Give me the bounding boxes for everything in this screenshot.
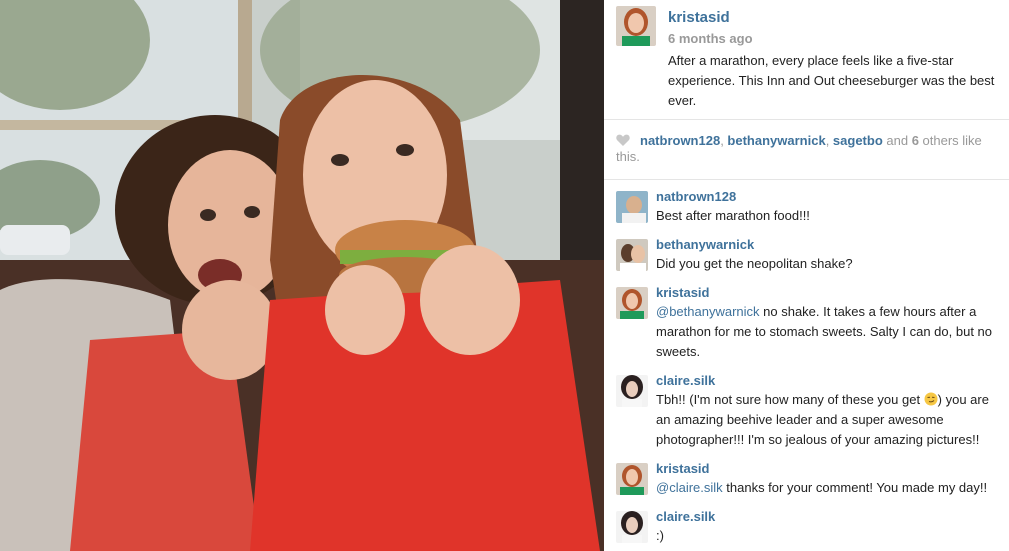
commenter-avatar[interactable] — [616, 375, 648, 407]
liker-link[interactable]: sagetbo — [833, 133, 883, 148]
comment: claire.silk :) — [616, 508, 1001, 551]
mention-link[interactable]: @claire.silk — [656, 480, 723, 495]
likes-separator: , — [825, 133, 833, 148]
comment-body: thanks for your comment! You made my day… — [722, 480, 988, 495]
commenter-avatar[interactable] — [616, 287, 648, 319]
post-details-panel: kristasid 6 months ago After a marathon,… — [604, 0, 1009, 551]
comment-username[interactable]: claire.silk — [656, 372, 1001, 390]
comment-text: @claire.silk thanks for your comment! Yo… — [656, 478, 1001, 498]
likes-summary: natbrown128, bethanywarnick, sagetbo and… — [616, 133, 996, 165]
comment-username[interactable]: kristasid — [656, 284, 1001, 302]
heart-icon[interactable] — [616, 134, 630, 146]
comment-text: :) — [656, 528, 664, 543]
photo-image — [0, 0, 604, 551]
comment: kristasid @claire.silk thanks for your c… — [616, 460, 1001, 508]
comment: bethanywarnick Did you get the neopolita… — [616, 236, 1001, 284]
author-avatar[interactable] — [616, 6, 656, 46]
comment-text: Best after marathon food!!! — [656, 208, 810, 223]
post-caption: kristasid 6 months ago After a marathon,… — [616, 6, 997, 116]
comment-username[interactable]: claire.silk — [656, 508, 1001, 526]
comment-text: @bethanywarnick no shake. It takes a few… — [656, 302, 1001, 362]
comment-text: Tbh!! (I'm not sure how many of these yo… — [656, 390, 1001, 450]
commenter-avatar[interactable] — [616, 239, 648, 271]
comment: kristasid @bethanywarnick no shake. It t… — [616, 284, 1001, 372]
others-count[interactable]: 6 — [912, 133, 919, 148]
likes-and: and — [882, 133, 912, 148]
author-username[interactable]: kristasid — [668, 9, 730, 26]
comment-username[interactable]: natbrown128 — [656, 188, 1001, 206]
commenter-avatar[interactable] — [616, 463, 648, 495]
commenter-avatar[interactable] — [616, 191, 648, 223]
mention-link[interactable]: @bethanywarnick — [656, 304, 760, 319]
post-timestamp[interactable]: 6 months ago — [668, 31, 753, 46]
comments-list: natbrown128 Best after marathon food!!! … — [616, 188, 1001, 551]
caption-text: After a marathon, every place feels like… — [668, 53, 995, 108]
smirk-emoji-icon — [924, 392, 938, 406]
comment: claire.silk Tbh!! (I'm not sure how many… — [616, 372, 1001, 460]
comment-text: Did you get the neopolitan shake? — [656, 256, 853, 271]
comment-username[interactable]: kristasid — [656, 460, 1001, 478]
commenter-avatar[interactable] — [616, 511, 648, 543]
divider — [604, 179, 1009, 180]
comment-body: Tbh!! (I'm not sure how many of these yo… — [656, 392, 924, 407]
liker-link[interactable]: bethanywarnick — [727, 133, 825, 148]
post-photo[interactable] — [0, 0, 604, 551]
comment: natbrown128 Best after marathon food!!! — [616, 188, 1001, 236]
comment-username[interactable]: bethanywarnick — [656, 236, 1001, 254]
liker-link[interactable]: natbrown128 — [640, 133, 720, 148]
divider — [604, 119, 1009, 120]
